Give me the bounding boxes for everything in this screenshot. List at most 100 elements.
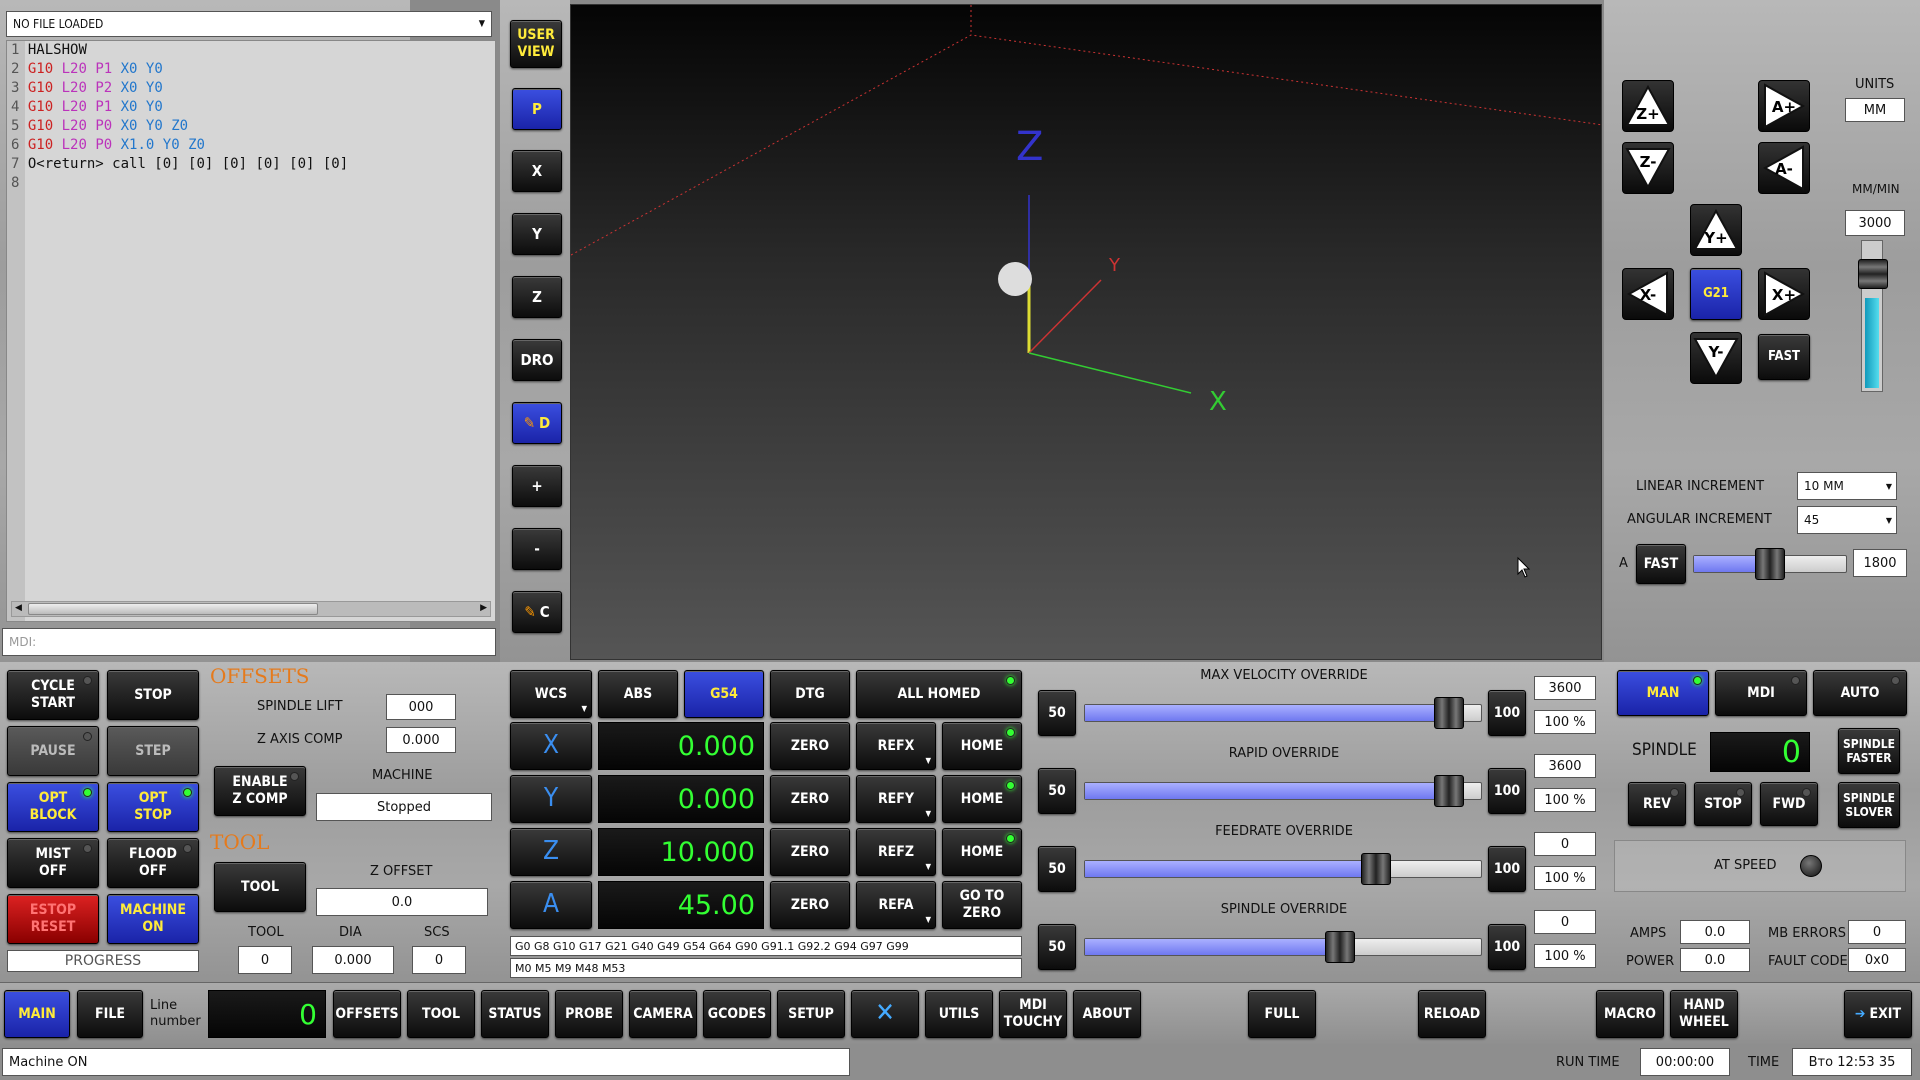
nav-setup-button[interactable]: SETUP	[777, 990, 845, 1038]
all-homed-button[interactable]: ALL HOMED	[856, 670, 1022, 718]
estop-reset-button[interactable]: ESTOP RESET	[7, 894, 99, 944]
override-slider[interactable]	[1084, 853, 1482, 885]
override-slider[interactable]	[1084, 697, 1482, 729]
override-knob[interactable]	[1361, 853, 1392, 885]
jog-a-minus-button[interactable]: A-	[1758, 142, 1810, 194]
axis-y-button[interactable]: Y	[510, 775, 592, 823]
mode-auto-button[interactable]: AUTO	[1813, 670, 1907, 716]
ref-x-button[interactable]: REFX ▼	[856, 722, 936, 770]
zoom-in-button[interactable]: +	[512, 465, 562, 507]
zero-a-button[interactable]: ZERO	[770, 881, 850, 929]
gcode-editor[interactable]: 1 HALSHOW 2 G10 L20 P1 X0 Y0 3 G10 L20 P2 …	[6, 40, 496, 622]
view-dro-button[interactable]: DRO	[512, 339, 562, 381]
linear-increment-select[interactable]: 10 MM ▼	[1797, 472, 1897, 500]
scroll-thumb[interactable]	[28, 603, 318, 615]
home-a-button[interactable]: GO TO ZERO	[942, 881, 1022, 929]
enable-zcomp-button[interactable]: ENABLE Z COMP	[214, 766, 306, 816]
wcs-button[interactable]: WCS ▼	[510, 670, 592, 718]
mode-mdi-button[interactable]: MDI	[1715, 670, 1807, 716]
opt-stop-button[interactable]: OPT STOP	[107, 782, 199, 832]
scroll-right-icon[interactable]: ▶	[480, 603, 487, 613]
nav-file-button[interactable]: FILE	[77, 990, 143, 1038]
ref-a-button[interactable]: REFA ▼	[856, 881, 936, 929]
nav-tool-button[interactable]: TOOL	[407, 990, 475, 1038]
a-jog-knob[interactable]	[1755, 548, 1785, 580]
user-view-button[interactable]: USER VIEW	[510, 20, 562, 68]
view-y-button[interactable]: Y	[512, 213, 562, 255]
spindle-lift-field[interactable]: 000	[386, 694, 456, 720]
override-slider[interactable]	[1084, 931, 1482, 963]
toolpath-preview[interactable]: Z Y X	[570, 4, 1602, 660]
jog-x-minus-button[interactable]: X-	[1622, 268, 1674, 320]
axis-x-button[interactable]: X	[510, 722, 592, 770]
mist-button[interactable]: MIST OFF	[7, 838, 99, 888]
nav-full-button[interactable]: FULL	[1248, 990, 1316, 1038]
g21-button[interactable]: G21	[1690, 268, 1742, 320]
nav-about-button[interactable]: ABOUT	[1073, 990, 1141, 1038]
g54-button[interactable]: G54	[684, 670, 764, 718]
override-100-button[interactable]: 100	[1488, 924, 1526, 970]
machine-on-button[interactable]: MACHINE ON	[107, 894, 199, 944]
pause-button[interactable]: PAUSE	[7, 726, 99, 776]
jog-rate-knob[interactable]	[1858, 259, 1888, 289]
nav-main-button[interactable]: MAIN	[4, 990, 70, 1038]
nav-offsets-button[interactable]: OFFSETS	[333, 990, 401, 1038]
home-y-button[interactable]: HOME	[942, 775, 1022, 823]
override-50-button[interactable]: 50	[1038, 924, 1076, 970]
nav-macro-button[interactable]: MACRO	[1596, 990, 1664, 1038]
a-jog-rate-field[interactable]: 1800	[1853, 549, 1907, 577]
nav-probe-button[interactable]: PROBE	[555, 990, 623, 1038]
nav-tools-icon-button[interactable]: ✕	[851, 990, 919, 1038]
jog-fast-button[interactable]: FAST	[1758, 334, 1810, 380]
step-button[interactable]: STEP	[107, 726, 199, 776]
spindle-rev-button[interactable]: REV	[1628, 782, 1686, 826]
nav-status-button[interactable]: STATUS	[481, 990, 549, 1038]
cycle-start-button[interactable]: CYCLE START	[7, 670, 99, 720]
zero-y-button[interactable]: ZERO	[770, 775, 850, 823]
clear-plot-button[interactable]: ✎ C	[512, 591, 562, 633]
jog-z-plus-button[interactable]: Z+	[1622, 80, 1674, 132]
axis-a-button[interactable]: A	[510, 881, 592, 929]
abs-button[interactable]: ABS	[598, 670, 678, 718]
stop-button[interactable]: STOP	[107, 670, 199, 720]
override-knob[interactable]	[1434, 697, 1465, 729]
override-50-button[interactable]: 50	[1038, 690, 1076, 736]
override-100-button[interactable]: 100	[1488, 846, 1526, 892]
angular-increment-select[interactable]: 45 ▼	[1797, 506, 1897, 534]
flood-button[interactable]: FLOOD OFF	[107, 838, 199, 888]
home-z-button[interactable]: HOME	[942, 828, 1022, 876]
view-d-button[interactable]: ✎ D	[512, 402, 562, 444]
zero-z-button[interactable]: ZERO	[770, 828, 850, 876]
zoffset-field[interactable]: 0.0	[316, 888, 488, 916]
tool-button[interactable]: TOOL	[214, 862, 306, 912]
override-slider[interactable]	[1084, 775, 1482, 807]
dtg-button[interactable]: DTG	[770, 670, 850, 718]
jog-a-plus-button[interactable]: A+	[1758, 80, 1810, 132]
zcomp-field[interactable]: 0.000	[386, 727, 456, 753]
jog-rate-slider[interactable]	[1858, 240, 1888, 392]
file-combo[interactable]: NO FILE LOADED ▼	[6, 11, 492, 37]
override-50-button[interactable]: 50	[1038, 846, 1076, 892]
mode-man-button[interactable]: MAN	[1617, 670, 1709, 716]
nav-mdi-touchy-button[interactable]: MDI TOUCHY	[999, 990, 1067, 1038]
jog-y-plus-button[interactable]: Y+	[1690, 204, 1742, 256]
jog-rate-field[interactable]: 3000	[1845, 210, 1905, 236]
spindle-faster-button[interactable]: SPINDLE FASTER	[1838, 728, 1900, 774]
axis-z-button[interactable]: Z	[510, 828, 592, 876]
nav-camera-button[interactable]: CAMERA	[629, 990, 697, 1038]
scroll-left-icon[interactable]: ◀	[15, 603, 22, 613]
mdi-input[interactable]: MDI:	[2, 628, 496, 656]
opt-block-button[interactable]: OPT BLOCK	[7, 782, 99, 832]
zoom-out-button[interactable]: -	[512, 528, 562, 570]
a-fast-button[interactable]: FAST	[1636, 544, 1686, 584]
jog-y-minus-button[interactable]: Y-	[1690, 332, 1742, 384]
override-knob[interactable]	[1325, 931, 1356, 963]
ref-y-button[interactable]: REFY ▼	[856, 775, 936, 823]
zero-x-button[interactable]: ZERO	[770, 722, 850, 770]
nav-hand-wheel-button[interactable]: HAND WHEEL	[1670, 990, 1738, 1038]
ref-z-button[interactable]: REFZ ▼	[856, 828, 936, 876]
view-x-button[interactable]: X	[512, 150, 562, 192]
override-50-button[interactable]: 50	[1038, 768, 1076, 814]
spindle-slower-button[interactable]: SPINDLE SLOVER	[1838, 782, 1900, 828]
units-field[interactable]: MM	[1845, 98, 1905, 122]
